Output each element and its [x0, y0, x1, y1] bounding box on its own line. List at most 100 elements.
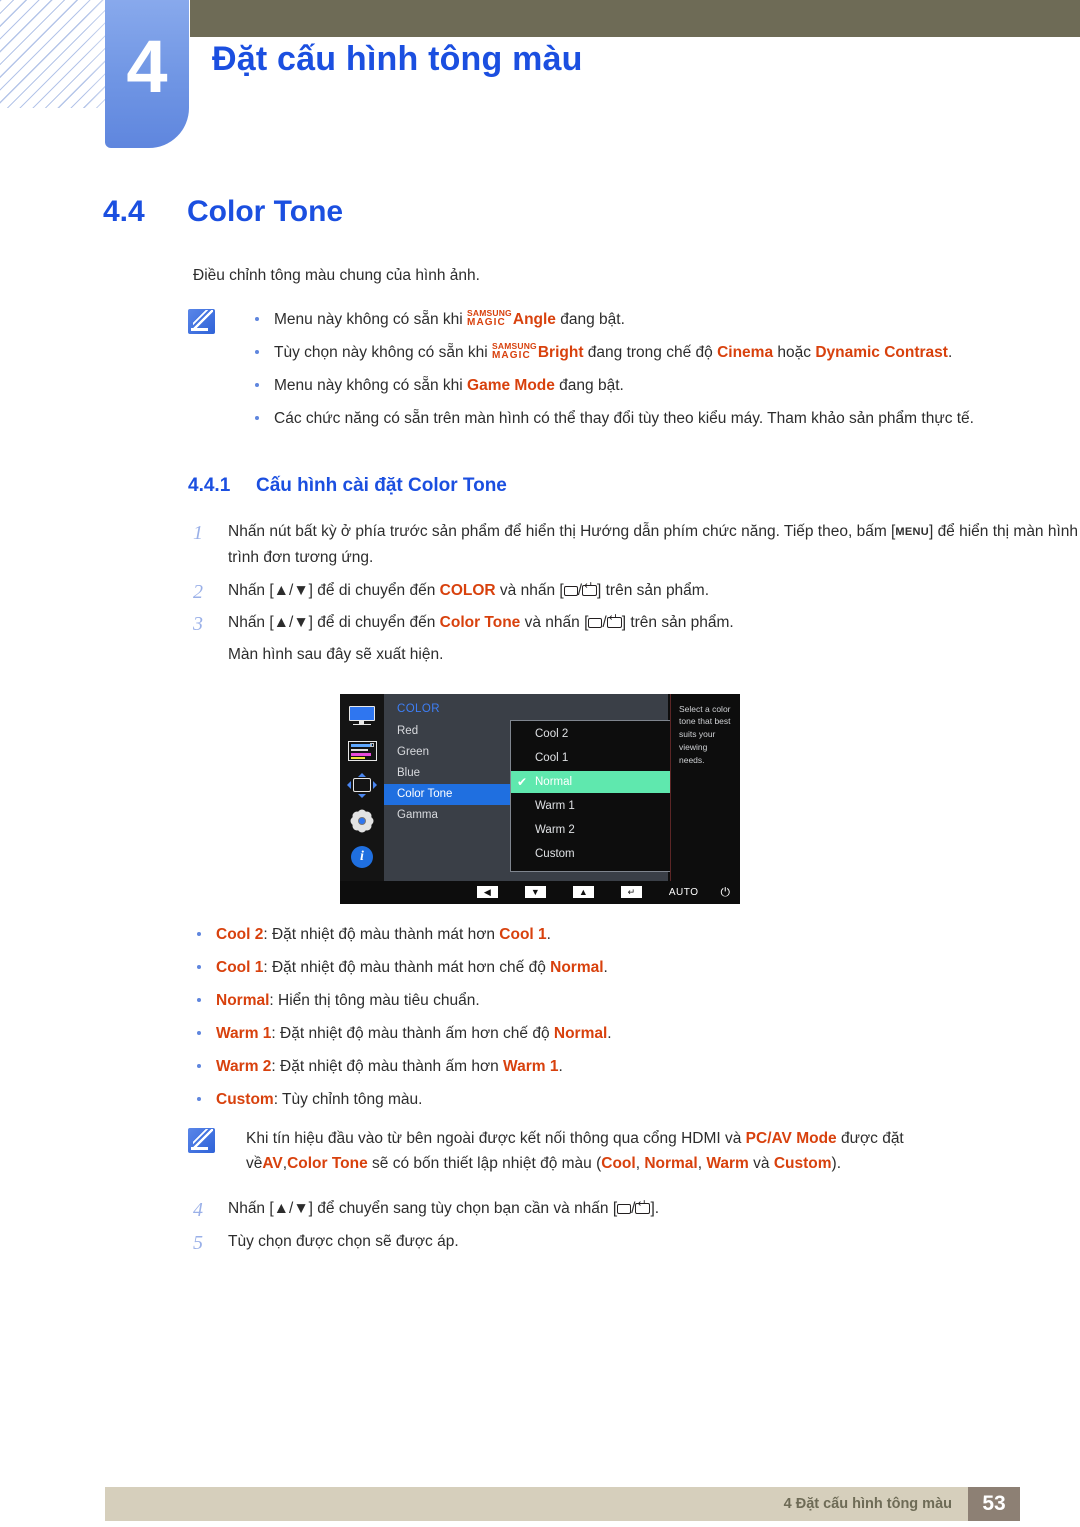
chapter-number-badge: 4	[105, 0, 189, 148]
note-bottom-a: Khi tín hiệu đầu vào từ bên ngoài được k…	[246, 1130, 746, 1148]
rect-button-icon-3	[588, 617, 603, 628]
osd-enter-key[interactable]: ↵	[620, 886, 642, 899]
osd-down-key[interactable]: ▼	[524, 886, 546, 899]
note-body-bottom: Khi tín hiệu đầu vào từ bên ngoài được k…	[246, 1126, 988, 1176]
check-icon: ✔	[517, 774, 528, 789]
osd-screenshot-wrapper: i COLOR Red Green Blue Color Tone Gamma …	[0, 693, 1080, 904]
step-3-extra-line: Màn hình sau đây sẽ xuất hiện.	[228, 645, 444, 663]
osd-help-text: Select a color tone that best suits your…	[670, 693, 740, 881]
step-3-text-b: và nhấn [	[520, 613, 589, 631]
footer-chapter-label: 4 Đặt cấu hình tông màu	[783, 1496, 952, 1512]
monitor-icon[interactable]	[348, 705, 376, 727]
bullet-3-pre: Menu này không có sẵn khi	[274, 377, 468, 395]
note-bottom-em6: Warm	[706, 1155, 749, 1173]
enter-button-icon-2	[582, 581, 598, 596]
step-4-text-b: ].	[650, 1200, 660, 1218]
info-icon[interactable]: i	[351, 845, 373, 868]
osd-bottom-bar: ◀ ▼ ▲ ↵ AUTO ⏻	[340, 880, 740, 904]
option-bullet-cool-2: Cool 2: Đặt nhiệt độ màu thành mát hơn C…	[188, 922, 1080, 947]
note-bottom-g: và	[748, 1155, 774, 1173]
option-bullet-block: Cool 2: Đặt nhiệt độ màu thành mát hơn C…	[188, 922, 1080, 1113]
step-number-1: 1	[193, 522, 203, 545]
option-bullet-normal: Normal: Hiển thị tông màu tiêu chuẩn.	[188, 988, 1080, 1013]
footer-page-number: 53	[968, 1487, 1020, 1521]
bullet-2-em1: Cinema	[717, 344, 774, 362]
option-bullet-warm-2: Warm 2: Đặt nhiệt độ màu thành ấm hơn Wa…	[188, 1054, 1080, 1079]
enter-button-icon-3	[606, 613, 622, 628]
note-bullet-3: Menu này không có sẵn khi Game Mode đang…	[246, 373, 988, 398]
enter-button-icon-4	[635, 1199, 651, 1215]
subsection-heading: 4.4.1 Cấu hình cài đặt Color Tone	[188, 475, 1080, 497]
subsection-number: 4.4.1	[188, 475, 231, 497]
step-2-text-c: ] trên sản phẩm.	[597, 581, 710, 599]
osd-menu-item-color-tone[interactable]: Color Tone	[384, 783, 518, 805]
osd-screenshot: i COLOR Red Green Blue Color Tone Gamma …	[340, 693, 740, 904]
step-list: 1 Nhấn nút bất kỳ ở phía trước sản phẩm đ…	[0, 519, 1080, 635]
bullet-1-pre: Menu này không có sẵn khi	[274, 311, 468, 328]
step-item-2: 2 Nhấn [▲/▼] để di chuyển đến COLOR và nh…	[0, 578, 1080, 604]
step-list-tail: 4 Nhấn [▲/▼] để chuyển sang tùy chọn bạn …	[0, 1196, 1080, 1254]
osd-option-warm-1[interactable]: Warm 1	[511, 795, 679, 817]
note-pen-icon	[188, 309, 215, 334]
gear-icon[interactable]	[351, 810, 373, 832]
section-title: Color Tone	[187, 195, 344, 228]
note-bottom-em1: PC/AV Mode	[745, 1130, 837, 1148]
osd-option-warm-2[interactable]: Warm 2	[511, 819, 679, 841]
osd-left-key[interactable]: ◀	[476, 886, 498, 899]
step-item-1: 1 Nhấn nút bất kỳ ở phía trước sản phẩm đ…	[0, 519, 1080, 571]
step-2-text-a: Nhấn [▲/▼] để di chuyển đến	[228, 581, 440, 599]
samsung-magic-logo-2: SAMSUNG MAGIC	[492, 341, 537, 362]
note-body-top: Menu này không có sẵn khi SAMSUNG MAGIC An…	[246, 307, 988, 431]
step-item-4: 4 Nhấn [▲/▼] để chuyển sang tùy chọn bạn …	[0, 1196, 1080, 1222]
osd-option-normal[interactable]: ✔ Normal	[511, 770, 679, 793]
note-bottom-em7: Custom	[773, 1155, 832, 1173]
bullet-2-mid2: hoặc	[773, 344, 816, 362]
osd-up-key[interactable]: ▲	[572, 886, 594, 899]
step-2-em: COLOR	[439, 581, 496, 599]
option-bullet-list: Cool 2: Đặt nhiệt độ màu thành mát hơn C…	[188, 922, 1080, 1113]
bullet-2-em2: Dynamic Contrast	[815, 344, 948, 362]
note-pen-icon-bottom	[188, 1128, 215, 1154]
osd-auto-label[interactable]: AUTO	[669, 887, 699, 898]
page-footer: 4 Đặt cấu hình tông màu 53	[105, 1487, 1020, 1521]
bullet-3-em1: Game Mode	[467, 377, 555, 395]
step-2-text-b: và nhấn [	[495, 581, 564, 599]
osd-dropdown-panel: Cool 2 Cool 1 ✔ Normal Warm 1 Warm 2 Cust…	[510, 719, 680, 872]
size-position-icon[interactable]	[347, 772, 377, 798]
samsung-magic-logo-1: SAMSUNG MAGIC	[467, 308, 512, 328]
menu-key-label: MENU	[895, 526, 929, 539]
color-bars-icon[interactable]	[347, 740, 377, 761]
power-icon[interactable]: ⏻	[721, 885, 731, 900]
bullet-2-magic-word: Bright	[537, 344, 584, 362]
section-number: 4.4	[103, 195, 145, 228]
step-3-em: Color Tone	[439, 613, 521, 631]
note-bottom-em3: Color Tone	[287, 1155, 368, 1173]
step-3-text-a: Nhấn [▲/▼] để di chuyển đến	[228, 613, 440, 631]
step-item-5: 5 Tùy chọn được chọn sẽ được áp.	[0, 1229, 1080, 1255]
option-bullet-warm-1: Warm 1: Đặt nhiệt độ màu thành ấm hơn ch…	[188, 1021, 1080, 1046]
chapter-title: Đặt cấu hình tông màu	[212, 40, 583, 78]
step-number-2: 2	[193, 580, 203, 603]
note-bottom-d: sẽ có bốn thiết lập nhiệt độ màu (	[367, 1155, 602, 1173]
option-bullet-custom: Custom: Tùy chỉnh tông màu.	[188, 1087, 1080, 1112]
option-bullet-cool-1: Cool 1: Đặt nhiệt độ màu thành mát hơn c…	[188, 955, 1080, 980]
subsection-title: Cấu hình cài đặt Color Tone	[256, 475, 507, 497]
osd-option-cool-2[interactable]: Cool 2	[511, 723, 679, 745]
osd-icon-column: i	[340, 693, 384, 881]
rect-button-icon-2	[563, 585, 578, 596]
bullet-1-post: đang bật.	[555, 311, 625, 328]
note-block-top: Menu này không có sẵn khi SAMSUNG MAGIC An…	[188, 307, 988, 431]
step-5-text-a: Tùy chọn được chọn sẽ được áp.	[228, 1232, 459, 1250]
osd-option-cool-1[interactable]: Cool 1	[511, 747, 679, 769]
note-bottom-em4: Cool	[601, 1155, 636, 1173]
step-4-text-a: Nhấn [▲/▼] để chuyển sang tùy chọn bạn c…	[228, 1200, 618, 1218]
step-number-5: 5	[193, 1231, 203, 1254]
bullet-2-mid: đang trong chế độ	[583, 344, 718, 362]
bullet-2-pre: Tùy chọn này không có sẵn khi	[274, 344, 492, 362]
step-item-3: 3 Nhấn [▲/▼] để di chuyển đến Color Tone …	[0, 610, 1080, 636]
osd-option-custom[interactable]: Custom	[511, 843, 679, 865]
note-block-bottom: Khi tín hiệu đầu vào từ bên ngoài được k…	[188, 1126, 988, 1176]
bullet-1-magic-word: Angle	[512, 311, 556, 328]
note-bottom-h: ).	[831, 1155, 841, 1173]
note-bottom-em5: Normal	[644, 1155, 698, 1173]
